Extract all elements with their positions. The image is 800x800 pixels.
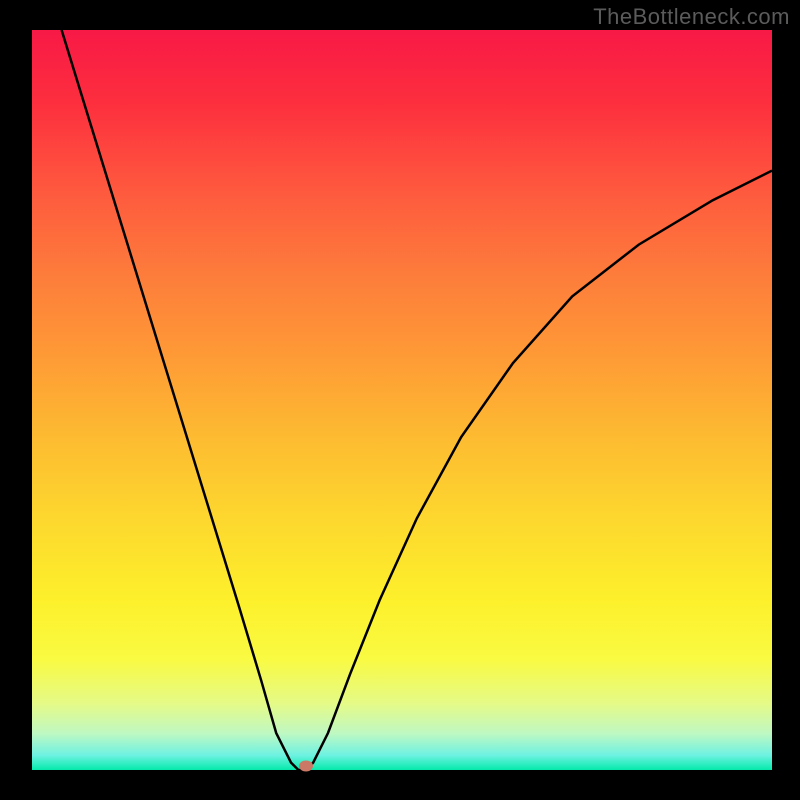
curve-svg: [32, 30, 772, 770]
bottleneck-curve: [62, 30, 772, 770]
chart-container: TheBottleneck.com: [0, 0, 800, 800]
plot-area: [32, 30, 772, 770]
watermark-text: TheBottleneck.com: [593, 4, 790, 30]
minimum-marker: [299, 761, 313, 772]
